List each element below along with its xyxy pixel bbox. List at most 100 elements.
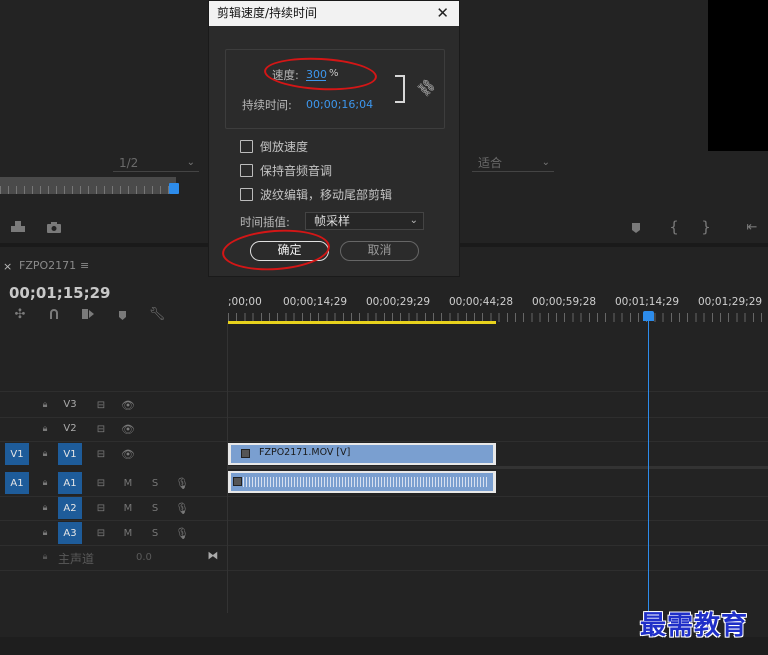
video-audio-separator[interactable] [228, 466, 768, 469]
ripple-edit-label: 波纹编辑，移动尾部剪辑 [260, 187, 393, 202]
track-line [0, 570, 768, 571]
ripple-edit-checkbox[interactable] [240, 187, 253, 201]
video-clip-name: FZPO2171.MOV [V] [259, 447, 351, 458]
lock-icon[interactable]: 🔒︎ [39, 447, 51, 461]
speed-input-underline [306, 80, 326, 81]
lock-icon[interactable]: 🔒︎ [39, 422, 51, 436]
video-clip[interactable]: FZPO2171.MOV [V] [228, 443, 496, 465]
clip-speed-dialog: 剪辑速度/持续时间 ✕ 速度: 300 % 持续时间: 00;00;16;04 … [208, 0, 460, 277]
ruler-label: 00;00;29;29 [366, 296, 431, 308]
reverse-speed-option[interactable]: 倒放速度 [240, 138, 308, 154]
maintain-pitch-option[interactable]: 保持音频音调 [240, 162, 332, 178]
marker-icon[interactable] [629, 220, 643, 236]
sync-lock-icon[interactable]: ⊟ [94, 422, 108, 436]
export-frame-left-icon[interactable] [8, 218, 28, 236]
watermark-logo: 最需教育 [640, 611, 749, 641]
close-tab-icon[interactable]: × [3, 260, 12, 273]
ruler-label: 00;00;59;28 [532, 296, 597, 308]
microphone-icon[interactable]: 🎙︎ [175, 500, 189, 516]
time-interpolation-value: 帧采样 [314, 214, 351, 228]
dialog-title: 剪辑速度/持续时间 [209, 1, 459, 26]
ruler-label: 00;00;44;28 [449, 296, 514, 308]
reverse-speed-checkbox[interactable] [240, 139, 253, 153]
nest-icon[interactable]: ✣ [11, 306, 29, 322]
maintain-pitch-checkbox[interactable] [240, 163, 253, 177]
source-patch-v1[interactable]: V1 [5, 443, 29, 465]
track-target-a1[interactable]: A1 [58, 472, 82, 494]
ripple-edit-option[interactable]: 波纹编辑，移动尾部剪辑 [240, 186, 392, 202]
go-to-in-icon[interactable]: ⇤ [741, 218, 763, 236]
track-target-v1[interactable]: V1 [58, 443, 82, 465]
sequence-tab[interactable]: FZPO2171 [19, 259, 76, 272]
track-line [0, 496, 768, 497]
jump-to-end-icon[interactable]: ⧓ [206, 548, 220, 562]
duration-input[interactable]: 00;00;16;04 [306, 98, 373, 111]
sync-lock-icon[interactable]: ⊟ [94, 398, 108, 412]
track-name-v3[interactable]: V3 [58, 399, 82, 410]
chevron-down-icon: ⌄ [541, 157, 550, 168]
ok-button[interactable]: 确定 [250, 241, 329, 261]
mute-button[interactable]: M [116, 503, 140, 514]
fx-badge-icon [233, 477, 242, 486]
ruler-label: 00;00;14;29 [283, 296, 348, 308]
track-target-a2[interactable]: A2 [58, 497, 82, 519]
track-name-v2[interactable]: V2 [58, 423, 82, 434]
lock-icon[interactable]: 🔒︎ [39, 526, 51, 540]
sync-lock-icon[interactable]: ⊟ [94, 526, 108, 540]
maintain-pitch-label: 保持音频音调 [260, 163, 333, 178]
track-target-a3[interactable]: A3 [58, 522, 82, 544]
lock-icon[interactable]: 🔒︎ [39, 476, 51, 490]
lock-icon[interactable]: 🔒︎ [39, 550, 51, 564]
track-line [0, 545, 768, 546]
microphone-icon[interactable]: 🎙︎ [175, 525, 189, 541]
sync-lock-icon[interactable]: ⊟ [94, 447, 108, 461]
solo-button[interactable]: S [143, 528, 167, 539]
mute-button[interactable]: M [116, 528, 140, 539]
work-area-bar[interactable] [228, 321, 496, 324]
track-line [0, 391, 768, 392]
sync-lock-icon[interactable]: ⊟ [94, 501, 108, 515]
fx-badge-icon [241, 449, 250, 458]
close-icon[interactable]: ✕ [436, 1, 449, 26]
lock-icon[interactable]: 🔒︎ [39, 501, 51, 515]
lock-icon[interactable]: 🔒︎ [39, 398, 51, 412]
cancel-button[interactable]: 取消 [340, 241, 419, 261]
chevron-down-icon: ⌄ [186, 157, 195, 168]
ruler-label: 00;01;29;29 [698, 296, 763, 308]
reverse-speed-label: 倒放速度 [260, 139, 309, 154]
tab-menu-icon[interactable]: ≡ [80, 259, 89, 272]
eye-icon[interactable]: 👁︎ [120, 422, 136, 436]
add-marker-icon[interactable] [115, 307, 129, 323]
playhead-timecode[interactable]: 00;01;15;29 [9, 284, 111, 302]
fit-value: 适合 [478, 156, 503, 170]
monitor-playhead[interactable] [169, 183, 179, 194]
eye-icon[interactable]: 👁︎ [120, 447, 136, 461]
linked-selection-icon[interactable] [79, 306, 97, 322]
mark-in-icon[interactable]: { [667, 218, 681, 236]
solo-button[interactable]: S [143, 478, 167, 489]
mark-out-icon[interactable]: } [699, 218, 713, 236]
fit-dropdown[interactable]: 适合 ⌄ [472, 154, 554, 172]
ruler-label: 00;01;14;29 [615, 296, 680, 308]
camera-icon[interactable] [44, 218, 64, 236]
audio-waveform [243, 477, 489, 487]
speed-label: 速度: [272, 68, 299, 82]
audio-clip[interactable] [228, 471, 496, 493]
master-volume-value[interactable]: 0.0 [136, 552, 152, 563]
snap-icon[interactable] [45, 306, 63, 322]
mute-button[interactable]: M [116, 478, 140, 489]
sync-lock-icon[interactable]: ⊟ [94, 476, 108, 490]
track-line [0, 441, 768, 442]
source-patch-a1[interactable]: A1 [5, 472, 29, 494]
track-line [0, 417, 768, 418]
eye-icon[interactable]: 👁︎ [120, 398, 136, 412]
link-bracket [395, 75, 405, 103]
solo-button[interactable]: S [143, 503, 167, 514]
wrench-icon[interactable]: 🔧︎ [148, 306, 166, 322]
duration-label: 持续时间: [242, 98, 292, 112]
microphone-icon[interactable]: 🎙︎ [175, 475, 189, 491]
resolution-dropdown[interactable]: 1/2 ⌄ [113, 154, 199, 172]
time-interpolation-select[interactable]: 帧采样 ⌄ [305, 212, 424, 230]
timeline-playhead-line[interactable] [648, 316, 649, 616]
master-track-label: 主声道 [58, 552, 95, 566]
